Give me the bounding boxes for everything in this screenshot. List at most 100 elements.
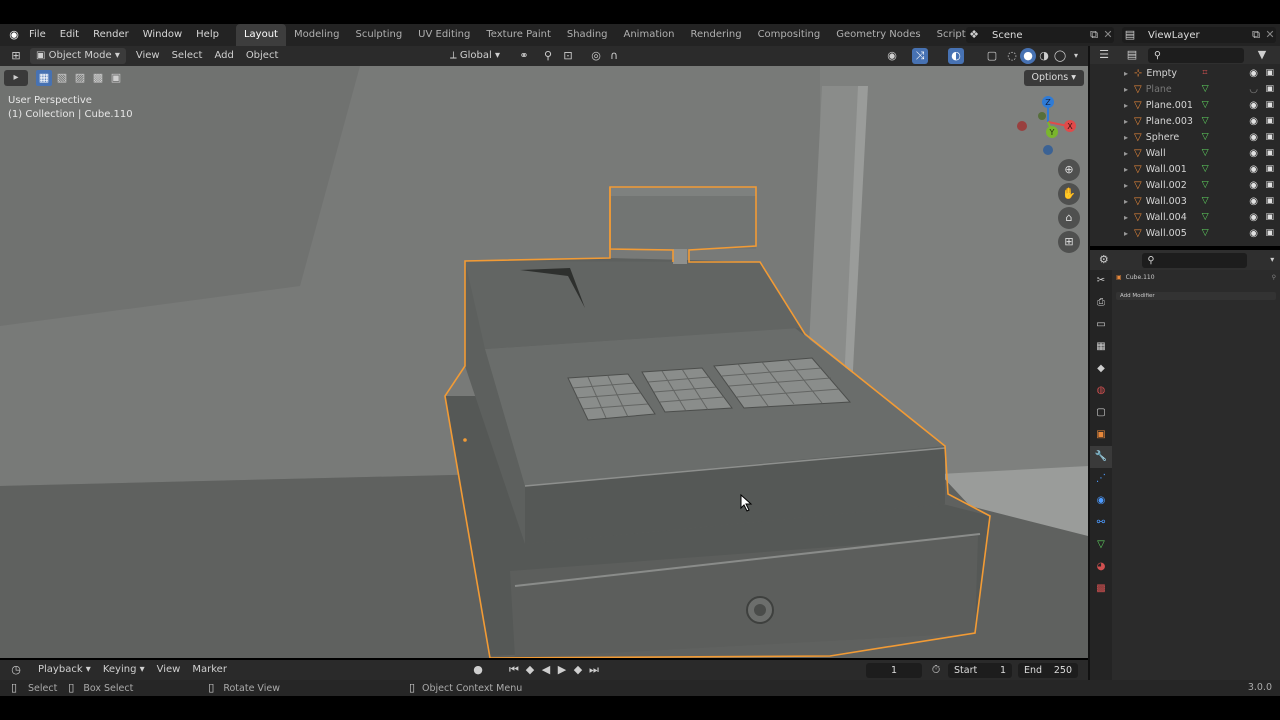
mesh-data-icon[interactable]: ▽ <box>1202 148 1209 158</box>
play-reverse-icon[interactable]: ◀ <box>538 662 554 678</box>
jump-start-icon[interactable]: ⏮ <box>506 662 522 678</box>
menu-file[interactable]: File <box>22 24 53 46</box>
output-tab-icon[interactable]: ▭ <box>1090 314 1112 336</box>
zoom-icon[interactable]: ⊕ <box>1058 159 1080 181</box>
expand-arrow-icon[interactable]: ▸ <box>1124 101 1134 110</box>
solid-shading-icon[interactable]: ● <box>1020 48 1036 64</box>
tab-layout[interactable]: Layout <box>235 24 286 46</box>
mesh-data-icon[interactable]: ▽ <box>1202 196 1209 206</box>
render-camera-icon[interactable]: ▣ <box>1265 212 1274 222</box>
expand-arrow-icon[interactable]: ▸ <box>1124 85 1134 94</box>
constraints-tab-icon[interactable]: ⚯ <box>1090 512 1112 534</box>
outliner-row[interactable]: ▸ ▽ Wall.004 ▽ ◉ ▣ <box>1090 209 1280 225</box>
outliner-row[interactable]: ▸ ▽ Plane.001 ▽ ◉ ▣ <box>1090 97 1280 113</box>
data-tab-icon[interactable]: ▽ <box>1090 534 1112 556</box>
tab-sculpting[interactable]: Sculpting <box>347 24 410 46</box>
start-frame-field[interactable]: Start 1 <box>948 663 1012 678</box>
snap-target-icon[interactable]: ⊡ <box>560 48 576 64</box>
current-frame-field[interactable]: 1 <box>866 663 922 678</box>
chevron-down-icon[interactable]: ▾ <box>1265 252 1280 268</box>
tool-tab-icon[interactable]: ✂ <box>1090 270 1112 292</box>
expand-arrow-icon[interactable]: ▸ <box>1124 165 1134 174</box>
scene-tab-icon[interactable]: ◆ <box>1090 358 1112 380</box>
wireframe-shading-icon[interactable]: ◌ <box>1004 48 1020 64</box>
mesh-data-icon[interactable]: ▽ <box>1202 164 1209 174</box>
particles-tab-icon[interactable]: ⋰ <box>1090 468 1112 490</box>
options-dropdown[interactable]: Options ▾ <box>1023 70 1084 86</box>
object-tab-icon[interactable]: ▣ <box>1090 424 1112 446</box>
prev-keyframe-icon[interactable]: ◆ <box>522 662 538 678</box>
render-camera-icon[interactable]: ▣ <box>1265 196 1274 206</box>
modifier-tab-icon[interactable]: 🔧 <box>1090 446 1112 468</box>
next-keyframe-icon[interactable]: ◆ <box>570 662 586 678</box>
pin-icon[interactable]: ⚲ <box>1272 274 1276 281</box>
rendered-shading-icon[interactable]: ◯ <box>1052 48 1068 64</box>
eye-icon[interactable]: ◉ <box>1249 164 1258 175</box>
eye-icon[interactable]: ◉ <box>1249 116 1258 127</box>
menu-render[interactable]: Render <box>86 24 136 46</box>
eye-icon[interactable]: ◉ <box>1249 148 1258 159</box>
empty-data-icon[interactable]: ⌗ <box>1202 68 1207 78</box>
mesh-data-icon[interactable]: ▽ <box>1202 116 1209 126</box>
editor-type-icon[interactable]: ⊞ <box>8 48 24 64</box>
eye-closed-icon[interactable]: ◡ <box>1249 84 1258 95</box>
jump-end-icon[interactable]: ⏭ <box>586 662 602 678</box>
3d-viewport[interactable]: User Perspective (1) Collection | Cube.1… <box>0 66 1088 658</box>
eye-icon[interactable]: ◉ <box>1249 228 1258 239</box>
falloff-icon[interactable]: ∩ <box>606 48 622 64</box>
menu-playback[interactable]: Playback ▾ <box>32 662 97 678</box>
render-camera-icon[interactable]: ▣ <box>1265 164 1274 174</box>
properties-search-input[interactable]: ⚲ <box>1141 252 1247 268</box>
menu-view-timeline[interactable]: View <box>151 662 187 678</box>
mesh-data-icon[interactable]: ▽ <box>1202 100 1209 110</box>
mesh-data-icon[interactable]: ▽ <box>1202 212 1209 222</box>
world-tab-icon[interactable]: ◍ <box>1090 380 1112 402</box>
view-layer-tab-icon[interactable]: ▦ <box>1090 336 1112 358</box>
eye-icon[interactable]: ◉ <box>1249 68 1258 79</box>
menu-keying[interactable]: Keying ▾ <box>97 662 151 678</box>
render-tab-icon[interactable]: ⎙ <box>1090 292 1112 314</box>
tab-geometry-nodes[interactable]: Geometry Nodes <box>828 24 928 46</box>
transform-orientation-dropdown[interactable]: ⟂ Global ▾ <box>444 48 506 64</box>
physics-tab-icon[interactable]: ◉ <box>1090 490 1112 512</box>
overlay-icon[interactable]: ◐ <box>948 48 964 64</box>
mesh-data-icon[interactable]: ▽ <box>1202 84 1209 94</box>
expand-arrow-icon[interactable]: ▸ <box>1124 197 1134 206</box>
xray-icon[interactable]: ▢ <box>984 48 1000 64</box>
mode-dropdown[interactable]: ▣ Object Mode ▾ <box>30 48 126 64</box>
expand-arrow-icon[interactable]: ▸ <box>1124 181 1134 190</box>
tab-modeling[interactable]: Modeling <box>286 24 348 46</box>
intersect-selection-icon[interactable]: ▣ <box>108 70 124 86</box>
menu-view[interactable]: View <box>130 48 166 64</box>
outliner-row[interactable]: ▸ ▽ Plane ▽ ◡ ▣ <box>1090 81 1280 97</box>
render-camera-icon[interactable]: ▣ <box>1265 132 1274 142</box>
outliner-editor-icon[interactable]: ☰ <box>1096 47 1112 63</box>
menu-help[interactable]: Help <box>189 24 226 46</box>
eye-icon[interactable]: ◉ <box>1249 100 1258 111</box>
tab-texture-paint[interactable]: Texture Paint <box>478 24 559 46</box>
tab-rendering[interactable]: Rendering <box>682 24 749 46</box>
properties-editor-icon[interactable]: ⚙ <box>1096 252 1112 268</box>
outliner-row[interactable]: ▸ ▽ Sphere ▽ ◉ ▣ <box>1090 129 1280 145</box>
collection-tab-icon[interactable]: ▢ <box>1090 402 1112 424</box>
material-tab-icon[interactable]: ◕ <box>1090 556 1112 578</box>
eye-icon[interactable]: ◉ <box>1249 212 1258 223</box>
outliner-search-input[interactable]: ⚲ <box>1148 47 1244 63</box>
blender-logo-icon[interactable]: ◉ <box>6 27 22 43</box>
tab-uv-editing[interactable]: UV Editing <box>410 24 478 46</box>
texture-tab-icon[interactable]: ▩ <box>1090 578 1112 600</box>
visibility-icon[interactable]: ◉ <box>884 48 900 64</box>
mesh-data-icon[interactable]: ▽ <box>1202 228 1209 238</box>
render-camera-icon[interactable]: ▣ <box>1265 68 1274 78</box>
add-modifier-button[interactable]: Add Modifier <box>1116 292 1276 300</box>
expand-arrow-icon[interactable]: ▸ <box>1124 149 1134 158</box>
clock-icon[interactable]: ⏱ <box>928 662 944 678</box>
expand-arrow-icon[interactable]: ▸ <box>1124 117 1134 126</box>
outliner-row[interactable]: ▸ ▽ Wall.002 ▽ ◉ ▣ <box>1090 177 1280 193</box>
timeline-editor-icon[interactable]: ◷ <box>8 662 24 678</box>
render-camera-icon[interactable]: ▣ <box>1265 84 1274 94</box>
outliner-row[interactable]: ▸ ▽ Plane.003 ▽ ◉ ▣ <box>1090 113 1280 129</box>
close-icon[interactable]: ✕ <box>1100 27 1116 43</box>
viewlayer-selector[interactable]: ▤ ViewLayer ⧉ ✕ <box>1122 27 1276 43</box>
invert-selection-icon[interactable]: ▩ <box>90 70 106 86</box>
